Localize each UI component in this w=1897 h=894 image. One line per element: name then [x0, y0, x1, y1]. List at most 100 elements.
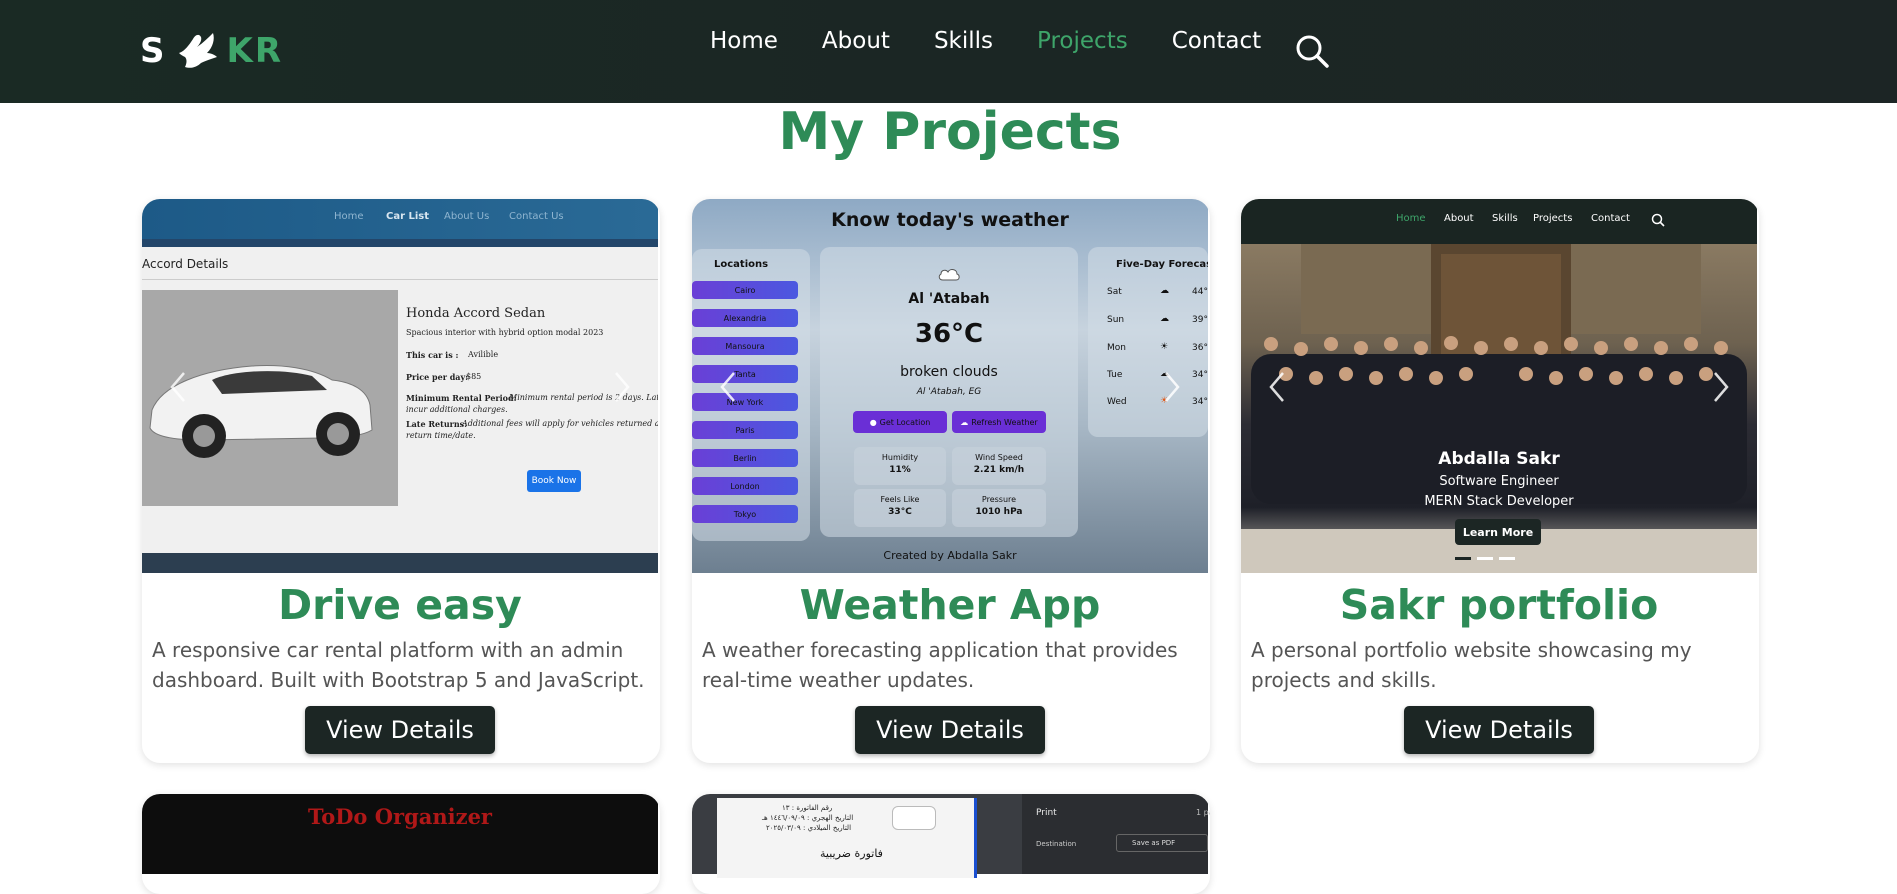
- weather-place: Al 'Atabah, EG: [916, 387, 982, 397]
- carousel-indicator: [1499, 557, 1515, 560]
- thumb-nav-item: Contact Us: [509, 211, 564, 222]
- project-title: Sakr portfolio: [1339, 581, 1659, 629]
- thumb-nav-item: Projects: [1533, 213, 1573, 224]
- thumb-nav-item: Home: [1396, 213, 1426, 224]
- carousel-indicator: [1477, 557, 1493, 560]
- section-title: My Projects: [778, 102, 1122, 162]
- invoice-logo: [892, 806, 936, 830]
- project-card-sakr-portfolio: Home About Skills Projects Contact Abdal…: [1241, 199, 1759, 763]
- learn-more-button: Learn More: [1455, 519, 1541, 545]
- locations-title: Locations: [714, 259, 769, 270]
- view-details-button[interactable]: View Details: [305, 706, 495, 754]
- nav-home[interactable]: Home: [710, 28, 778, 54]
- search-icon[interactable]: [1295, 34, 1329, 68]
- car-status: Avilible: [468, 350, 499, 359]
- forecast-day: Wed: [1107, 397, 1127, 407]
- view-details-button[interactable]: View Details: [855, 706, 1045, 754]
- nav-skills[interactable]: Skills: [934, 28, 993, 54]
- weather-condition: broken clouds: [900, 364, 998, 380]
- location-pin-icon: ●: [869, 417, 877, 427]
- car-subtitle: Spacious interior with hybrid option mod…: [406, 328, 604, 337]
- logo-letters-kr: KR: [226, 31, 284, 71]
- forecast-title: Five-Day Forecast: [1116, 259, 1208, 270]
- min-rental-text-2: incur additional charges.: [406, 405, 508, 414]
- print-pages: 1 pa: [1196, 808, 1210, 817]
- destination-value: Save as PDF: [1132, 839, 1176, 847]
- feels-like-label: Feels Like: [880, 495, 920, 504]
- destination-label: Destination: [1036, 840, 1077, 848]
- price-label: Price per day:: [406, 372, 469, 382]
- project-card-weather-app: Know today's weather Locations Cairo Ale…: [692, 199, 1210, 763]
- price-value: $85: [466, 372, 482, 381]
- hero-role-1: Software Engineer: [1439, 474, 1559, 489]
- nav-projects[interactable]: Projects: [1037, 28, 1128, 54]
- car-status-label: This car is :: [406, 350, 459, 360]
- search-icon: [1651, 213, 1665, 227]
- forecast-day: Tue: [1107, 370, 1123, 380]
- dove-icon: [178, 33, 217, 68]
- project-thumbnail: ToDo Organizer: [142, 794, 658, 874]
- weather-temp: 36°C: [914, 319, 984, 349]
- invoice-gregorian-date: التاريخ الميلادي : ٢٠٢٥/٠٣/٠٩: [766, 824, 852, 832]
- logo-letter-s: S: [140, 31, 167, 71]
- invoice-paper: [717, 798, 977, 878]
- forecast-day: Sun: [1107, 315, 1125, 325]
- refresh-weather-label: Refresh Weather: [971, 417, 1038, 427]
- weather-footer: Created by Abdalla Sakr: [883, 549, 1017, 562]
- refresh-weather-button: ☁ Refresh Weather: [952, 411, 1046, 433]
- location-item: Alexandria: [692, 309, 798, 327]
- location-item: New York: [692, 393, 798, 411]
- chevron-right-icon: [1165, 372, 1180, 402]
- location-item: Paris: [692, 421, 798, 439]
- book-now-button: Book Now: [527, 470, 581, 492]
- forecast-temp: 34°: [1192, 397, 1208, 407]
- sun-icon: ☀: [1160, 342, 1169, 352]
- thumb-nav-item: Contact: [1591, 213, 1630, 224]
- main-nav: Home About Skills Projects Contact: [710, 28, 1261, 54]
- cloud-icon: ☁: [960, 417, 969, 427]
- project-title: Weather App: [799, 581, 1101, 629]
- site-logo[interactable]: S KR: [140, 28, 283, 74]
- late-returns-label: Late Returns:: [406, 419, 468, 429]
- thumb-nav-item: Skills: [1492, 213, 1518, 224]
- thumb-nav-item: About: [1444, 213, 1474, 224]
- project-description: A responsive car rental platform with an…: [152, 638, 645, 692]
- project-thumbnail: Know today's weather Locations Cairo Ale…: [692, 199, 1208, 573]
- humidity-label: Humidity: [881, 453, 919, 462]
- wind-value: 2.21 km/h: [973, 465, 1025, 475]
- todo-title: ToDo Organizer: [308, 804, 492, 829]
- print-label: Print: [1036, 808, 1057, 818]
- project-thumbnail: Home About Skills Projects Contact Abdal…: [1241, 199, 1757, 573]
- min-rental-label: Minimum Rental Period:: [406, 393, 517, 403]
- feels-like-value: 33°C: [888, 507, 912, 517]
- weather-title: Know today's weather: [831, 209, 1069, 231]
- chevron-left-icon: [1269, 372, 1284, 402]
- chevron-right-icon: [1714, 372, 1729, 402]
- thumb-nav-item: Car List: [386, 211, 430, 222]
- late-returns-text: Additional fees will apply for vehicles …: [462, 419, 658, 428]
- min-rental-text: Minimum rental period is 2 days. Late re: [509, 393, 658, 402]
- wind-label: Wind Speed: [975, 453, 1023, 462]
- get-location-button: ● Get Location: [853, 411, 947, 433]
- project-card-todo: ToDo Organizer: [142, 794, 660, 894]
- hero-role-2: MERN Stack Developer: [1424, 494, 1574, 509]
- project-thumbnail: Home Car List About Us Contact Us Accord…: [142, 199, 658, 573]
- thumb-nav-item: Home: [334, 211, 364, 222]
- view-details-button[interactable]: View Details: [1404, 706, 1594, 754]
- invoice-heading: فاتورة ضريبية: [820, 847, 883, 860]
- project-description: A personal portfolio website showcasing …: [1251, 638, 1692, 692]
- forecast-day: Mon: [1107, 343, 1126, 353]
- project-description: A weather forecasting application that p…: [702, 638, 1178, 692]
- project-card-invoice: رقم الفاتورة : ١٣ التاريخ الهجري : ١٤٤٦/…: [692, 794, 1210, 894]
- location-item: Tokyo: [692, 505, 798, 523]
- get-location-label: Get Location: [879, 417, 931, 427]
- navbar: S KR Home About Skills Projects Contact: [0, 0, 1897, 103]
- cloud-icon: [938, 269, 960, 281]
- nav-about[interactable]: About: [822, 28, 890, 54]
- humidity-value: 11%: [889, 465, 911, 475]
- thumb-nav-item: About Us: [444, 211, 490, 222]
- carousel-indicator: [1455, 557, 1471, 560]
- nav-contact[interactable]: Contact: [1172, 28, 1261, 54]
- location-item: Tanta: [692, 365, 798, 383]
- hero-name: Abdalla Sakr: [1438, 449, 1560, 469]
